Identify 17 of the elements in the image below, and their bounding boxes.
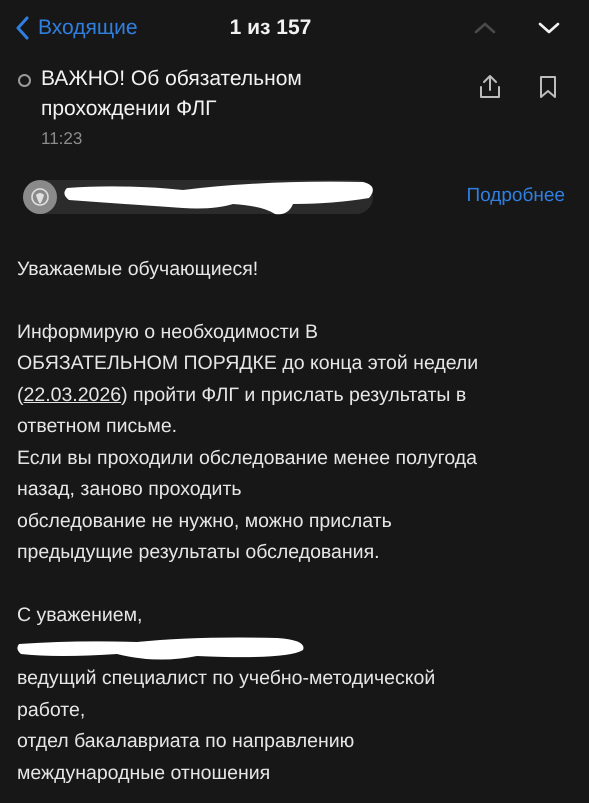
share-button[interactable] xyxy=(479,74,501,100)
back-button[interactable]: Входящие xyxy=(16,12,138,44)
paragraph-text: Информирую о необходимости В ОБЯЗАТЕЛЬНОМ ПОРЯДКЕ до конца этой недели (22.03.2026) пройти ФЛГ и прислать результаты в ответном письме. Если вы проходили обследование менее полугода назад, заново проходить обследование не нужно, можно прислать предыдущие результаты обследования. xyxy=(17,320,480,565)
date-link[interactable]: 22.03.2026 xyxy=(24,384,122,406)
back-icon xyxy=(16,16,30,40)
subject-text: ВАЖНО! Об обязательном прохождении ФЛГ xyxy=(41,66,303,122)
sender-avatar-icon xyxy=(23,180,57,214)
signature-text: ведущий специалист по учебно-методической работе, отдел бакалавриата по направлению международные отношения xyxy=(17,666,436,786)
signature-text: С уважением, xyxy=(17,603,144,628)
sender-chip[interactable] xyxy=(23,180,373,214)
bookmark-icon xyxy=(537,74,559,100)
paragraph-text: Уважаемые обучающиеся! xyxy=(17,256,260,282)
time-text: 11:23 xyxy=(41,128,84,150)
share-icon xyxy=(479,74,501,100)
message-counter: 1 из 157 xyxy=(230,15,312,42)
bookmark-button[interactable] xyxy=(537,74,559,100)
details-link[interactable]: Подробнее xyxy=(466,182,565,211)
